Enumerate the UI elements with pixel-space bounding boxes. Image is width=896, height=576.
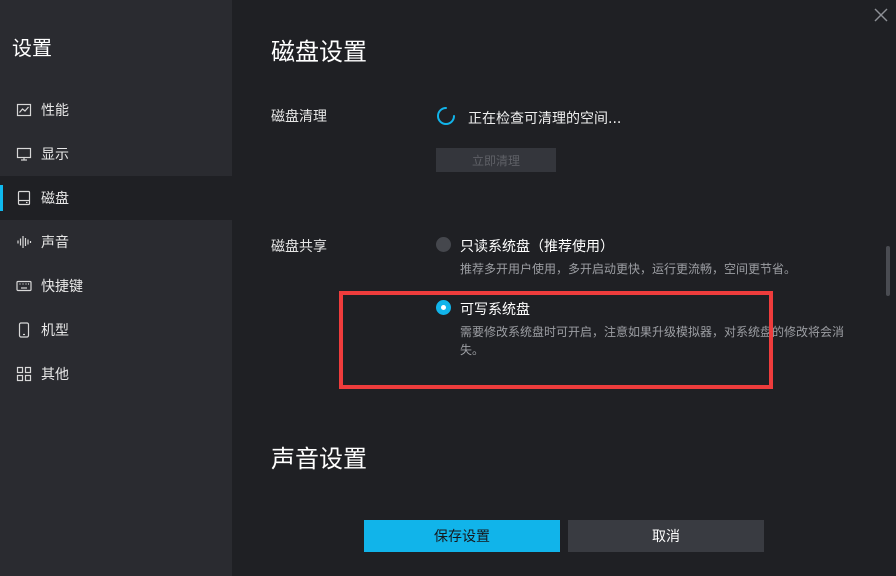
disk-icon [16,190,32,206]
clean-now-button[interactable]: 立即清理 [436,148,556,172]
sidebar-item-performance[interactable]: 性能 [0,88,232,132]
save-settings-button[interactable]: 保存设置 [364,520,560,552]
sidebar-item-model[interactable]: 机型 [0,308,232,352]
sidebar-item-label: 性能 [41,103,69,119]
sidebar-title: 设置 [12,36,52,60]
close-icon[interactable] [872,6,890,24]
sidebar-item-label: 快捷键 [41,279,83,295]
sound-settings-title: 声音设置 [271,445,367,473]
readonly-disk-label[interactable]: 只读系统盘（推荐使用） [460,236,614,256]
sidebar-item-label: 显示 [41,147,69,163]
readonly-disk-desc: 推荐多开用户使用，多开启动更快，运行更流畅，空间更节省。 [460,262,797,276]
sidebar-item-label: 其他 [41,367,69,383]
phone-icon [16,322,32,338]
disk-settings-title: 磁盘设置 [271,38,367,66]
sidebar: 设置 性能 显示 磁盘 声音 快捷键 机型 其他 [0,0,232,576]
scrollbar-thumb[interactable] [886,246,890,296]
sidebar-item-label: 声音 [41,235,69,251]
sound-wave-icon [16,234,32,250]
chart-line-icon [16,102,32,118]
sidebar-item-disk[interactable]: 磁盘 [0,176,232,220]
settings-window: 设置 性能 显示 磁盘 声音 快捷键 机型 其他 磁盘设置 磁盘清理 正在检查可… [0,0,896,576]
sidebar-item-display[interactable]: 显示 [0,132,232,176]
grid-icon [16,366,32,382]
sidebar-nav: 性能 显示 磁盘 声音 快捷键 机型 其他 [0,88,232,396]
disk-cleanup-label: 磁盘清理 [271,109,327,125]
sidebar-item-label: 磁盘 [41,191,69,207]
readonly-disk-radio[interactable] [436,237,451,252]
disk-sharing-label: 磁盘共享 [271,239,327,255]
sidebar-item-sound[interactable]: 声音 [0,220,232,264]
cancel-button[interactable]: 取消 [568,520,764,552]
cleanup-status-text: 正在检查可清理的空间... [468,111,622,127]
sidebar-item-label: 机型 [41,323,69,339]
monitor-icon [16,146,32,162]
highlight-annotation-box [339,291,773,389]
keyboard-icon [16,278,32,294]
sidebar-item-shortcuts[interactable]: 快捷键 [0,264,232,308]
sidebar-item-other[interactable]: 其他 [0,352,232,396]
loading-spinner-icon [436,106,456,126]
